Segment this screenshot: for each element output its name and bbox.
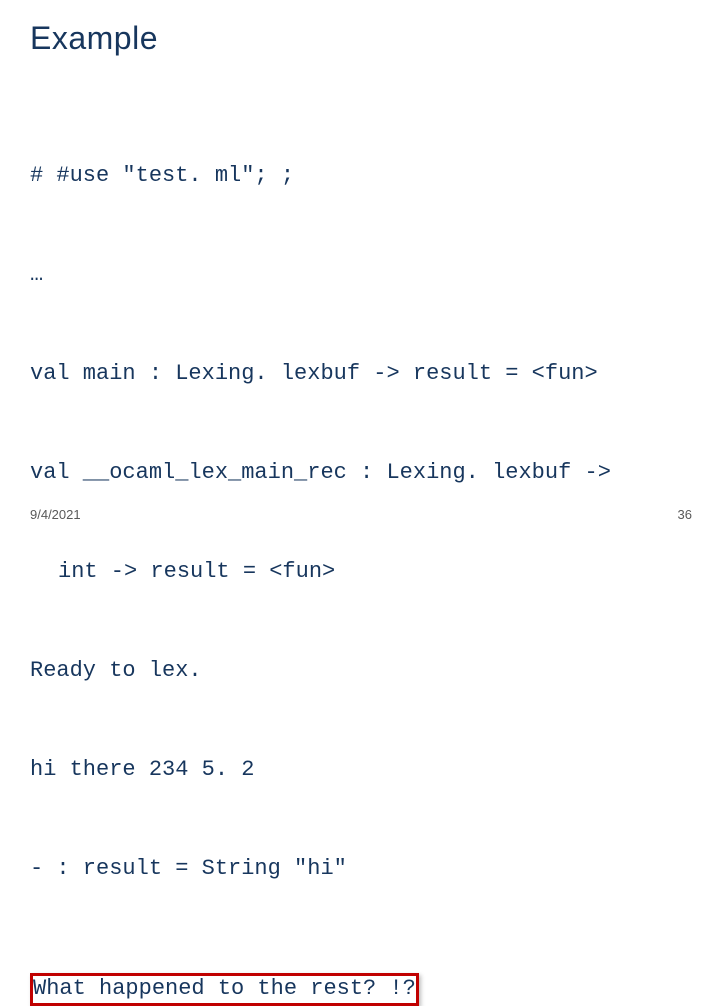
code-line: # #use "test. ml"; ; (30, 159, 690, 192)
footer: 9/4/2021 36 (30, 507, 692, 522)
code-line: val __ocaml_lex_main_rec : Lexing. lexbu… (30, 456, 690, 489)
code-line: hi there 234 5. 2 (30, 753, 690, 786)
code-line: - : result = String "hi" (30, 852, 690, 885)
slide: Example # #use "test. ml"; ; … val main … (0, 0, 720, 540)
callout-text: What happened to the rest? !? (33, 976, 416, 1001)
callout-box: What happened to the rest? !? (30, 973, 419, 1006)
footer-page-number: 36 (678, 507, 692, 522)
code-line: Ready to lex. (30, 654, 690, 687)
slide-title: Example (30, 20, 690, 57)
footer-date: 9/4/2021 (30, 507, 81, 522)
code-block: # #use "test. ml"; ; … val main : Lexing… (30, 93, 690, 951)
code-line: val main : Lexing. lexbuf -> result = <f… (30, 357, 690, 390)
code-line: int -> result = <fun> (30, 555, 690, 588)
code-line: … (30, 258, 690, 291)
